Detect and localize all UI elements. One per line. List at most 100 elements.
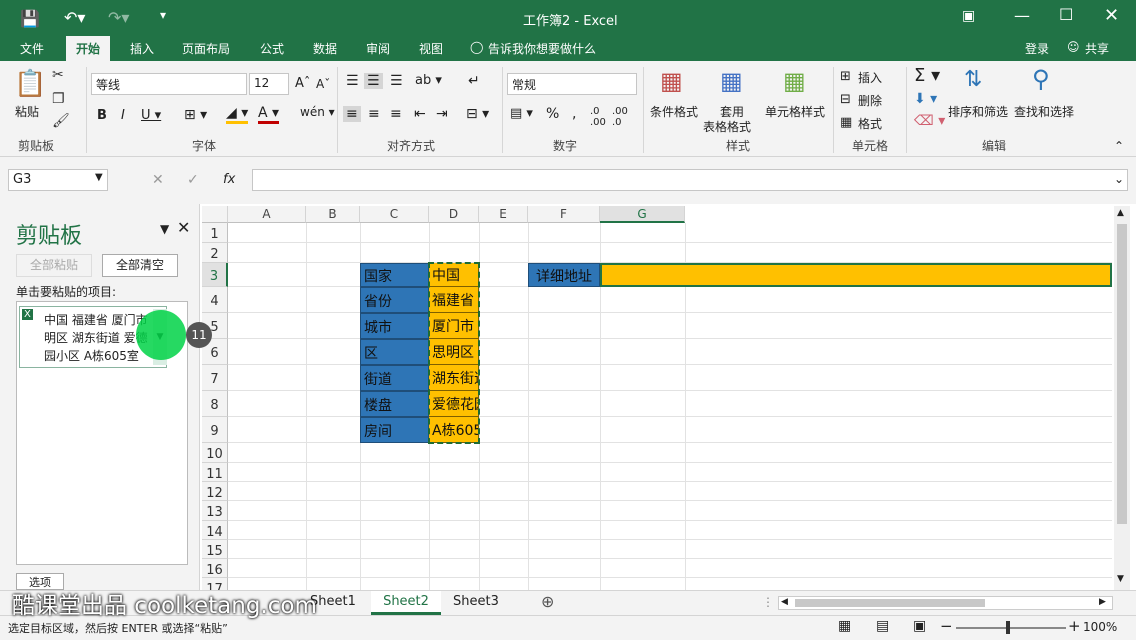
row-header-16[interactable]: 16 (202, 559, 228, 578)
cell-c9[interactable]: 房间 (360, 417, 429, 443)
comma-icon[interactable]: , (572, 106, 576, 122)
cell-g3-selected[interactable] (600, 263, 1112, 287)
zoom-level[interactable]: 100% (1083, 620, 1117, 634)
close-icon[interactable]: ✕ (1104, 5, 1119, 26)
scroll-up-icon[interactable]: ▲ (1117, 208, 1124, 218)
table-format-icon[interactable]: ▦ (720, 67, 743, 95)
row-header-11[interactable]: 11 (202, 463, 228, 482)
close-pane-icon[interactable]: ✕ (177, 218, 190, 237)
page-break-view-icon[interactable]: ▣ (913, 618, 926, 634)
column-header-e[interactable]: E (479, 206, 528, 223)
font-size-select[interactable]: 12 (249, 73, 289, 95)
number-format-select[interactable]: 常规 (507, 73, 637, 95)
sheet-tab-3[interactable]: Sheet3 (453, 594, 499, 609)
cell-style-button[interactable]: 单元格样式 (765, 103, 825, 120)
name-box[interactable]: G3 (8, 169, 108, 191)
delete-cells-button[interactable]: 删除 (858, 92, 882, 109)
worksheet-grid[interactable]: ABCDEFG 1 2 3 4 5 6 7 8 9 10 11 12 13 14 15 16 17 国家 中国 省份… (202, 206, 1112, 590)
column-header-b[interactable]: B (306, 206, 360, 223)
zoom-out-icon[interactable]: − (940, 617, 953, 635)
format-painter-icon[interactable]: 🖌 (52, 113, 70, 129)
cell-c6[interactable]: 区 (360, 339, 429, 365)
save-icon[interactable]: 💾 (20, 9, 40, 28)
find-select-icon[interactable]: ⚲ (1032, 65, 1050, 93)
sort-filter-button[interactable]: 排序和筛选 (948, 103, 1008, 120)
underline-icon[interactable]: U ▾ (141, 108, 161, 123)
cell-c7[interactable]: 街道 (360, 365, 429, 391)
cell-d8[interactable]: 爱德花园小区 (429, 391, 479, 417)
cell-d4[interactable]: 福建省 (429, 287, 479, 313)
column-header-f[interactable]: F (528, 206, 600, 223)
column-header-d[interactable]: D (429, 206, 479, 223)
cell-d3[interactable]: 中国 (429, 263, 479, 287)
shrink-font-icon[interactable]: Aˇ (316, 77, 330, 91)
cell-style-icon[interactable]: ▦ (783, 67, 806, 95)
row-header-14[interactable]: 14 (202, 521, 228, 540)
paste-button[interactable]: 粘贴 (15, 103, 39, 120)
paste-icon[interactable]: 📋 (14, 69, 46, 99)
fill-icon[interactable]: ⬇ ▾ (914, 91, 937, 107)
decrease-decimal-icon[interactable]: .00.0 (612, 106, 628, 128)
conditional-format-button[interactable]: 条件格式 (650, 103, 698, 120)
increase-decimal-icon[interactable]: .0.00 (590, 106, 606, 128)
cell-d7[interactable]: 湖东街道 (429, 365, 479, 391)
column-header-g[interactable]: G (600, 206, 685, 223)
tab-formulas[interactable]: 公式 (260, 40, 284, 57)
namebox-dropdown-icon[interactable]: ▼ (95, 172, 103, 183)
cell-d6[interactable]: 思明区 (429, 339, 479, 365)
cell-c3[interactable]: 国家 (360, 263, 429, 287)
insert-function-icon[interactable]: fx (223, 172, 235, 187)
zoom-slider-thumb[interactable] (1006, 621, 1010, 634)
scroll-thumb[interactable] (1117, 224, 1127, 524)
table-format-button-line2[interactable]: 表格格式 (703, 118, 751, 135)
normal-view-icon[interactable]: ▦ (838, 618, 851, 634)
tab-file[interactable]: 文件 (20, 40, 44, 57)
tab-view[interactable]: 视图 (419, 40, 443, 57)
tab-home[interactable]: 开始 (66, 36, 111, 61)
tab-insert[interactable]: 插入 (130, 40, 154, 57)
grow-font-icon[interactable]: Aˆ (295, 76, 310, 91)
cut-icon[interactable]: ✂ (52, 67, 64, 83)
page-layout-view-icon[interactable]: ▤ (876, 618, 889, 634)
horizontal-scrollbar[interactable]: ◀ ▶ (778, 596, 1113, 610)
bold-icon[interactable]: B (97, 108, 107, 123)
cell-c5[interactable]: 城市 (360, 313, 429, 339)
cell-d5[interactable]: 厦门市 (429, 313, 479, 339)
percent-icon[interactable]: % (546, 106, 559, 122)
clear-icon[interactable]: ⌫ ▾ (914, 113, 945, 129)
find-select-button[interactable]: 查找和选择 (1014, 103, 1074, 120)
column-header-c[interactable]: C (360, 206, 429, 223)
scroll-right-icon[interactable]: ▶ (1099, 597, 1106, 607)
column-header-a[interactable]: A (228, 206, 306, 223)
accounting-icon[interactable]: ▤ ▾ (510, 106, 533, 121)
top-align-icon[interactable]: ☰ (346, 73, 359, 89)
copy-icon[interactable]: ❐ (52, 91, 65, 107)
scroll-left-icon[interactable]: ◀ (781, 597, 788, 607)
row-header-2[interactable]: 2 (202, 243, 228, 263)
decrease-indent-icon[interactable]: ⇤ (414, 106, 426, 122)
collapse-ribbon-icon[interactable]: ⌃ (1114, 139, 1124, 153)
signin-link[interactable]: 登录 (1025, 40, 1049, 57)
align-right-icon[interactable]: ≡ (390, 106, 402, 122)
select-all-corner[interactable] (202, 206, 228, 223)
format-cells-button[interactable]: 格式 (858, 115, 882, 132)
middle-align-icon[interactable]: ☰ (364, 73, 383, 89)
sheet-tab-2[interactable]: Sheet2 (371, 591, 441, 615)
customize-qat-icon[interactable]: ▾ (160, 8, 166, 22)
cell-c4[interactable]: 省份 (360, 287, 429, 313)
bottom-align-icon[interactable]: ☰ (390, 73, 403, 89)
new-sheet-icon[interactable]: ⊕ (541, 592, 554, 611)
tab-data[interactable]: 数据 (313, 40, 337, 57)
row-header-15[interactable]: 15 (202, 540, 228, 559)
conditional-format-icon[interactable]: ▦ (660, 67, 683, 95)
insert-cells-button[interactable]: 插入 (858, 69, 882, 86)
minimize-icon[interactable]: — (1014, 6, 1030, 25)
cell-f3[interactable]: 详细地址 (528, 263, 600, 287)
row-header-1[interactable]: 1 (202, 223, 228, 243)
phonetic-icon[interactable]: wén ▾ (300, 105, 335, 119)
merge-center-icon[interactable]: ⊟ ▾ (466, 106, 489, 122)
h-scroll-thumb[interactable] (795, 599, 985, 607)
row-header-4[interactable]: 4 (202, 287, 228, 313)
sort-filter-icon[interactable]: ⇅ (964, 67, 982, 92)
autosum-icon[interactable]: Σ ▾ (914, 65, 940, 86)
